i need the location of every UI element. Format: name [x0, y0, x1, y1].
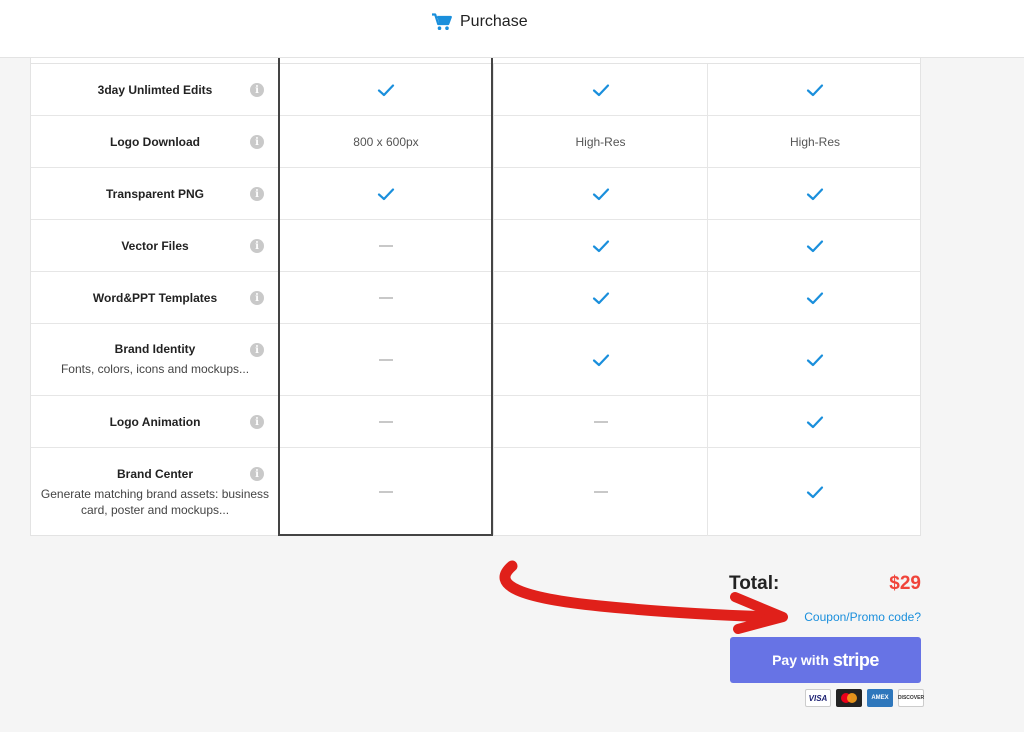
feature-cell: Logo Download i	[31, 116, 279, 167]
accepted-cards: VISA AMEX DISCOVER	[805, 689, 924, 707]
plan-value-text: High-Res	[575, 134, 626, 149]
plan-value-text: 800 x 600px	[353, 134, 419, 149]
table-row: 3day Unlimted Edits i	[31, 64, 920, 116]
plan-value-cell	[707, 272, 922, 323]
pay-with-stripe-button[interactable]: Pay with stripe	[730, 637, 921, 683]
cart-icon	[432, 13, 452, 30]
dash-icon	[379, 296, 393, 299]
plan-value-cell	[493, 324, 707, 395]
checkmark-icon	[806, 415, 824, 428]
plan-value-cell	[493, 168, 707, 219]
info-icon[interactable]: i	[250, 343, 264, 357]
feature-description: Generate matching brand assets: business…	[40, 486, 270, 517]
checkmark-icon	[592, 239, 609, 252]
header-title-wrap: Purchase	[432, 11, 528, 33]
feature-comparison-table: 3day Unlimted Edits i Logo Download i 800 x …	[30, 58, 921, 536]
feature-cell: Brand Center Generate matching brand asse…	[31, 448, 279, 536]
dash-icon	[379, 491, 393, 493]
mastercard-circles	[841, 693, 857, 703]
plan-value-cell	[279, 396, 493, 447]
visa-card-icon: VISA	[805, 689, 831, 707]
plan-value-cell	[493, 272, 707, 323]
total-label: Total:	[729, 573, 780, 594]
info-icon[interactable]: i	[250, 187, 264, 201]
checkmark-icon	[806, 83, 824, 96]
plan-value-cell	[707, 220, 922, 271]
feature-name: 3day Unlimted Edits	[97, 82, 213, 97]
feature-cell: Transparent PNG i	[31, 168, 279, 219]
plan-value-cell: 800 x 600px	[279, 116, 493, 167]
dash-icon	[379, 244, 393, 247]
feature-name: Brand Identity	[114, 342, 196, 356]
checkmark-icon	[377, 83, 395, 96]
mastercard-card-icon	[836, 689, 862, 707]
total-price: $29	[889, 573, 921, 594]
checkmark-icon	[806, 239, 824, 252]
info-icon[interactable]: i	[250, 83, 264, 97]
checkmark-icon	[592, 83, 609, 96]
info-icon[interactable]: i	[250, 415, 264, 429]
plan-value-text: High-Res	[789, 134, 840, 149]
plan-value-cell	[493, 396, 707, 447]
table-row: Logo Animation i	[31, 396, 920, 448]
plan-value-cell	[279, 324, 493, 395]
plan-value-cell: High-Res	[707, 116, 922, 167]
feature-description: Fonts, colors, icons and mockups...	[60, 362, 250, 376]
plan-value-cell	[707, 64, 922, 115]
table-row: Brand Center Generate matching brand asse…	[31, 448, 920, 536]
table-row: Brand Identity Fonts, colors, icons and m…	[31, 324, 920, 396]
discover-card-icon: DISCOVER	[898, 689, 924, 707]
info-icon[interactable]: i	[250, 467, 264, 481]
dash-icon	[379, 420, 393, 423]
pay-button-label: Pay with	[772, 652, 829, 668]
feature-name: Word&PPT Templates	[92, 290, 218, 305]
dash-icon	[593, 491, 608, 493]
feature-cell: Vector Files i	[31, 220, 279, 271]
plan-value-cell	[279, 64, 493, 115]
checkmark-icon	[377, 187, 395, 200]
table-row: Transparent PNG i	[31, 168, 920, 220]
feature-name: Vector Files	[121, 238, 189, 253]
feature-cell: Logo Animation i	[31, 396, 279, 447]
plan-value-cell	[707, 396, 922, 447]
amex-card-icon: AMEX	[867, 689, 893, 707]
plan-value-cell	[279, 220, 493, 271]
info-icon[interactable]: i	[250, 291, 264, 305]
checkmark-icon	[806, 353, 824, 366]
feature-cell: Word&PPT Templates i	[31, 272, 279, 323]
feature-cell: 3day Unlimted Edits i	[31, 64, 279, 115]
plan-value-cell	[493, 448, 707, 536]
plan-value-cell	[707, 168, 922, 219]
feature-name: Logo Animation	[109, 414, 201, 429]
checkmark-icon	[592, 353, 609, 366]
table-row: Logo Download i 800 x 600px High-Res High-Re…	[31, 116, 920, 168]
plan-value-cell: High-Res	[493, 116, 707, 167]
feature-name: Brand Center	[116, 466, 193, 481]
header-bar: Purchase	[0, 0, 1024, 58]
dash-icon	[379, 358, 393, 361]
checkmark-icon	[806, 486, 824, 499]
plan-value-cell	[493, 220, 707, 271]
feature-name: Transparent PNG	[105, 186, 205, 201]
plan-value-cell	[279, 272, 493, 323]
checkmark-icon	[806, 187, 824, 200]
coupon-link[interactable]: Coupon/Promo code?	[804, 610, 921, 624]
plan-value-cell	[707, 448, 922, 536]
checkmark-icon	[592, 291, 609, 304]
plan-value-cell	[279, 168, 493, 219]
plan-value-cell	[707, 324, 922, 395]
page-title: Purchase	[460, 13, 528, 30]
checkmark-icon	[806, 291, 824, 304]
feature-name: Logo Download	[110, 134, 200, 149]
dash-icon	[593, 420, 608, 423]
table-row: Vector Files i	[31, 220, 920, 272]
plan-value-cell	[279, 448, 493, 536]
checkmark-icon	[592, 187, 609, 200]
plan-value-cell	[493, 64, 707, 115]
stripe-logo: stripe	[832, 649, 880, 670]
feature-cell: Brand Identity Fonts, colors, icons and m…	[31, 324, 279, 395]
info-icon[interactable]: i	[250, 239, 264, 253]
table-row: Word&PPT Templates i	[31, 272, 920, 324]
info-icon[interactable]: i	[250, 135, 264, 149]
